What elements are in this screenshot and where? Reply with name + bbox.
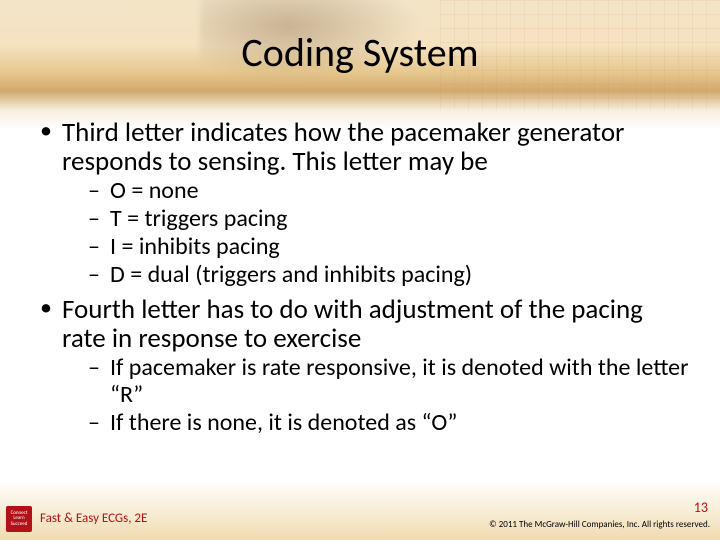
bullet-text: Fourth letter has to do with adjustment … [62,293,643,355]
page-number: 13 [694,499,708,516]
bullet-level2: If pacemaker is rate responsive, it is d… [88,355,690,409]
bullet-level1: Third letter indicates how the pacemaker… [38,118,690,289]
logo-line: Succeed [11,522,28,527]
slide-title: Coding System [0,28,720,77]
bullet-text: Third letter indicates how the pacemaker… [62,116,624,178]
slide: Coding System Third letter indicates how… [0,0,720,540]
bullet-level2: O = none [88,178,690,205]
bullet-level2: If there is none, it is denoted as “O” [88,410,690,437]
bullet-level1: Fourth letter has to do with adjustment … [38,295,690,437]
bullet-level2: D = dual (triggers and inhibits pacing) [88,262,690,289]
bullet-level2: I = inhibits pacing [88,234,690,261]
book-title: Fast & Easy ECGs, 2E [40,511,147,526]
copyright-text: © 2011 The McGraw-Hill Companies, Inc. A… [489,519,710,530]
bullet-level2: T = triggers pacing [88,206,690,233]
publisher-logo: Connect Learn Succeed [6,506,32,532]
slide-body: Third letter indicates how the pacemaker… [38,118,690,443]
footer: Connect Learn Succeed Fast & Easy ECGs, … [0,500,720,534]
